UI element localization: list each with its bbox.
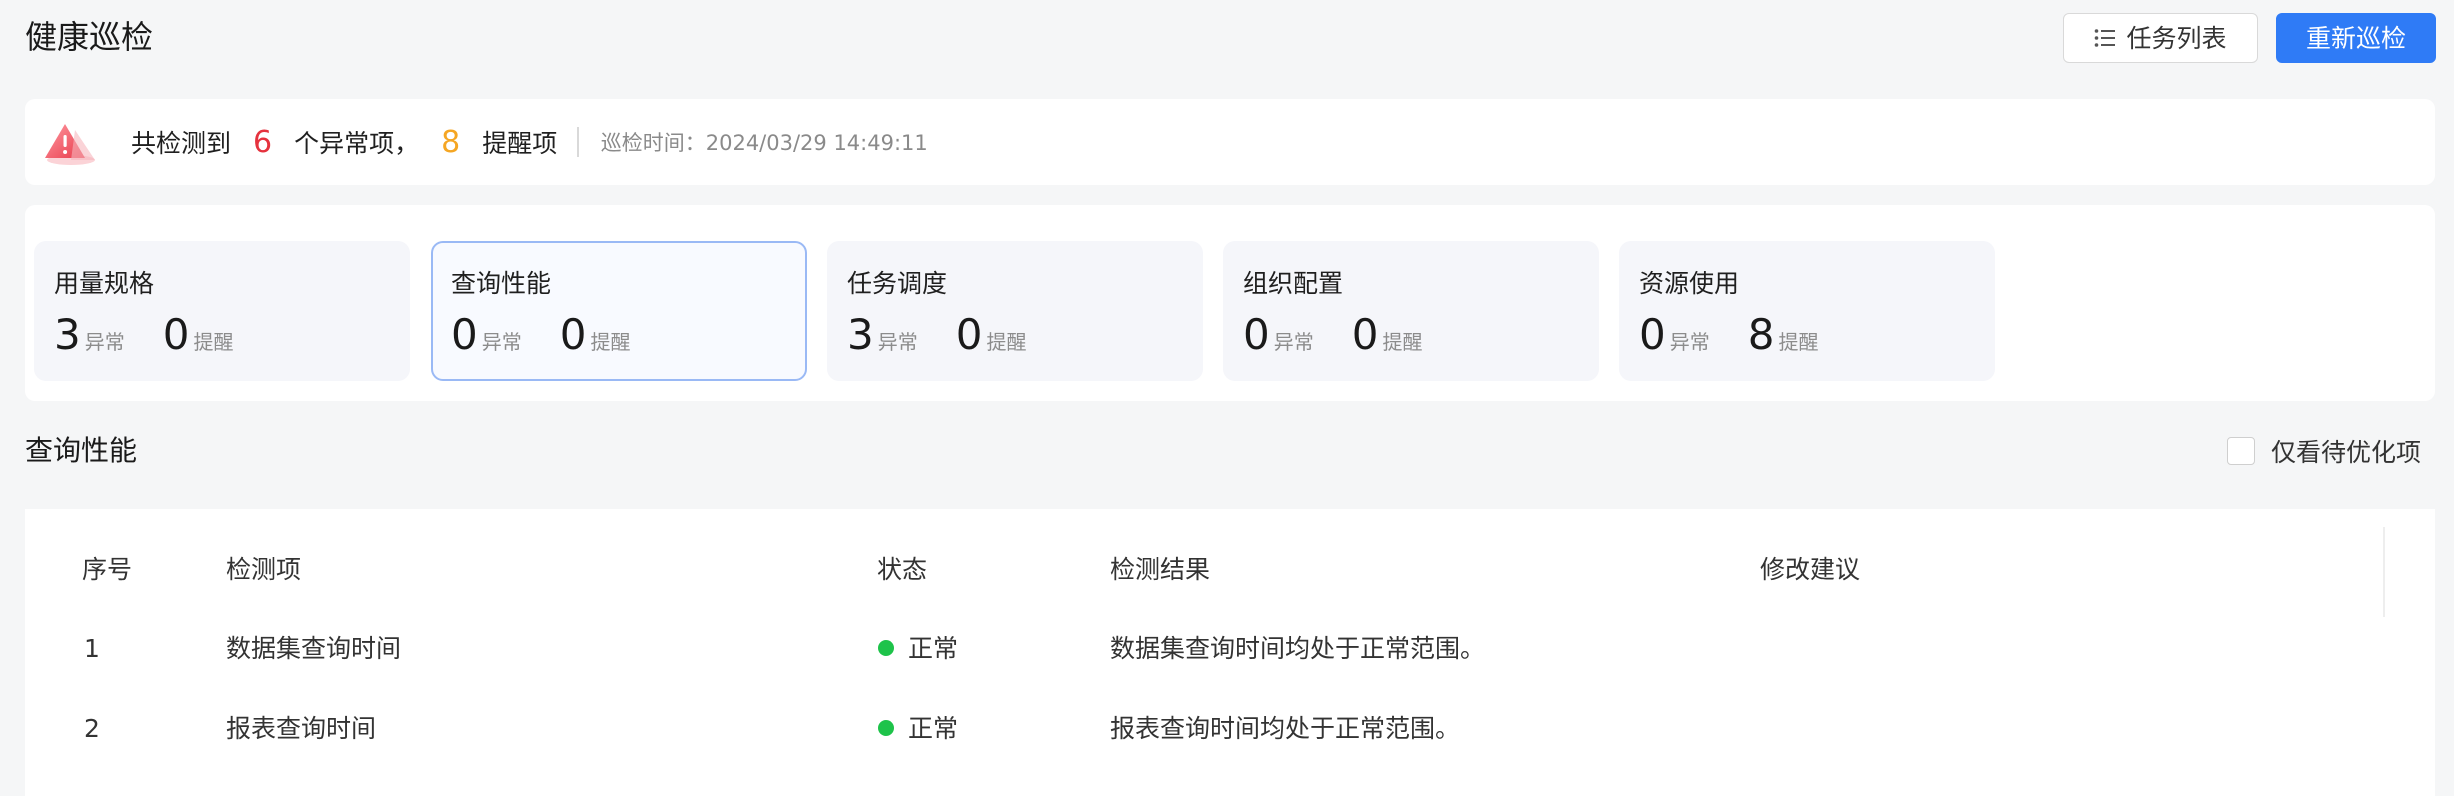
category-card-resource-usage[interactable]: 资源使用 0 异常 8 提醒 — [1619, 241, 1995, 381]
table-header-result: 检测结果 — [1110, 555, 1211, 584]
reminder-label: 提醒 — [1778, 330, 1819, 354]
category-title: 查询性能 — [451, 269, 552, 298]
reminder-label: 提醒 — [193, 330, 234, 354]
abnormal-count: 6 — [253, 124, 273, 160]
table-cell-index: 1 — [84, 634, 100, 663]
abnormal-label: 异常 — [481, 330, 522, 354]
table-header-item: 检测项 — [226, 555, 302, 584]
table-header-status: 状态 — [877, 555, 928, 584]
recheck-label: 重新巡检 — [2305, 23, 2406, 53]
health-inspection-page: 健康巡检 任务列表 重新巡检 共检测到 6 个异常项， 8 提醒项 巡检时间：2… — [0, 0, 2454, 796]
reminder-count: 0 — [162, 310, 190, 359]
summary-divider — [577, 127, 579, 157]
abnormal-count: 3 — [847, 310, 874, 359]
table-cell-index: 2 — [84, 714, 100, 743]
category-title: 用量规格 — [54, 269, 155, 298]
page-title: 健康巡检 — [25, 18, 154, 56]
reminder-count: 0 — [955, 310, 983, 359]
table-cell-result: 数据集查询时间均处于正常范围。 — [1110, 634, 1486, 663]
table-cell-result: 报表查询时间均处于正常范围。 — [1110, 714, 1461, 743]
status-ok-icon — [878, 720, 894, 736]
table-cell-status: 正常 — [878, 712, 958, 746]
abnormal-label: 异常 — [877, 330, 918, 354]
category-panel: 用量规格 3 异常 0 提醒 查询性能 0 异常 0 提醒 任务调度 3 异常 … — [25, 205, 2435, 401]
reminder-count: 8 — [441, 124, 461, 160]
status-text: 正常 — [908, 714, 959, 743]
optimize-only-checkbox[interactable] — [2227, 437, 2255, 465]
inspection-table: 序号 检测项 状态 检测结果 修改建议 1 数据集查询时间 正常 数据集查询时间… — [25, 509, 2435, 796]
reminder-label: 提醒 — [590, 330, 631, 354]
table-cell-item: 数据集查询时间 — [226, 634, 402, 663]
column-divider — [2383, 527, 2385, 617]
abnormal-label: 异常 — [1273, 330, 1314, 354]
category-card-org-config[interactable]: 组织配置 0 异常 0 提醒 — [1223, 241, 1599, 381]
table-header-suggestion: 修改建议 — [1760, 555, 1861, 584]
abnormal-count: 0 — [1243, 310, 1270, 359]
recheck-button[interactable]: 重新巡检 — [2276, 13, 2436, 63]
abnormal-count: 0 — [1639, 310, 1666, 359]
abnormal-suffix: 个异常项， — [294, 129, 420, 158]
reminder-count: 0 — [559, 310, 587, 359]
reminder-label: 提醒 — [986, 330, 1027, 354]
optimize-only-filter[interactable]: 仅看待优化项 — [2227, 433, 2421, 469]
category-card-usage[interactable]: 用量规格 3 异常 0 提醒 — [34, 241, 410, 381]
table-cell-item: 报表查询时间 — [226, 714, 377, 743]
category-card-task-scheduling[interactable]: 任务调度 3 异常 0 提醒 — [827, 241, 1203, 381]
reminder-label: 提醒 — [1382, 330, 1423, 354]
abnormal-count: 3 — [54, 310, 81, 359]
category-title: 组织配置 — [1243, 269, 1344, 298]
warning-triangle-icon — [45, 124, 95, 165]
category-card-query-performance[interactable]: 查询性能 0 异常 0 提醒 — [431, 241, 807, 381]
status-text: 正常 — [908, 634, 959, 663]
category-title: 资源使用 — [1639, 269, 1740, 298]
optimize-only-label: 仅看待优化项 — [2271, 438, 2422, 467]
table-header-index: 序号 — [82, 555, 133, 584]
reminder-count: 8 — [1747, 310, 1775, 359]
inspection-summary: 共检测到 6 个异常项， 8 提醒项 巡检时间：2024/03/29 14:49… — [25, 99, 2435, 185]
category-title: 任务调度 — [847, 269, 948, 298]
reminder-count: 0 — [1351, 310, 1379, 359]
list-icon — [2095, 29, 2116, 47]
abnormal-label: 异常 — [84, 330, 125, 354]
summary-prefix: 共检测到 — [131, 129, 232, 158]
inspection-time: 巡检时间：2024/03/29 14:49:11 — [600, 131, 928, 155]
status-ok-icon — [878, 640, 894, 656]
task-list-button[interactable]: 任务列表 — [2063, 13, 2258, 63]
task-list-label: 任务列表 — [2126, 23, 2227, 53]
abnormal-count: 0 — [451, 310, 478, 359]
section-title: 查询性能 — [25, 434, 138, 467]
table-cell-status: 正常 — [878, 632, 958, 666]
reminder-suffix: 提醒项 — [482, 129, 558, 158]
abnormal-label: 异常 — [1669, 330, 1710, 354]
